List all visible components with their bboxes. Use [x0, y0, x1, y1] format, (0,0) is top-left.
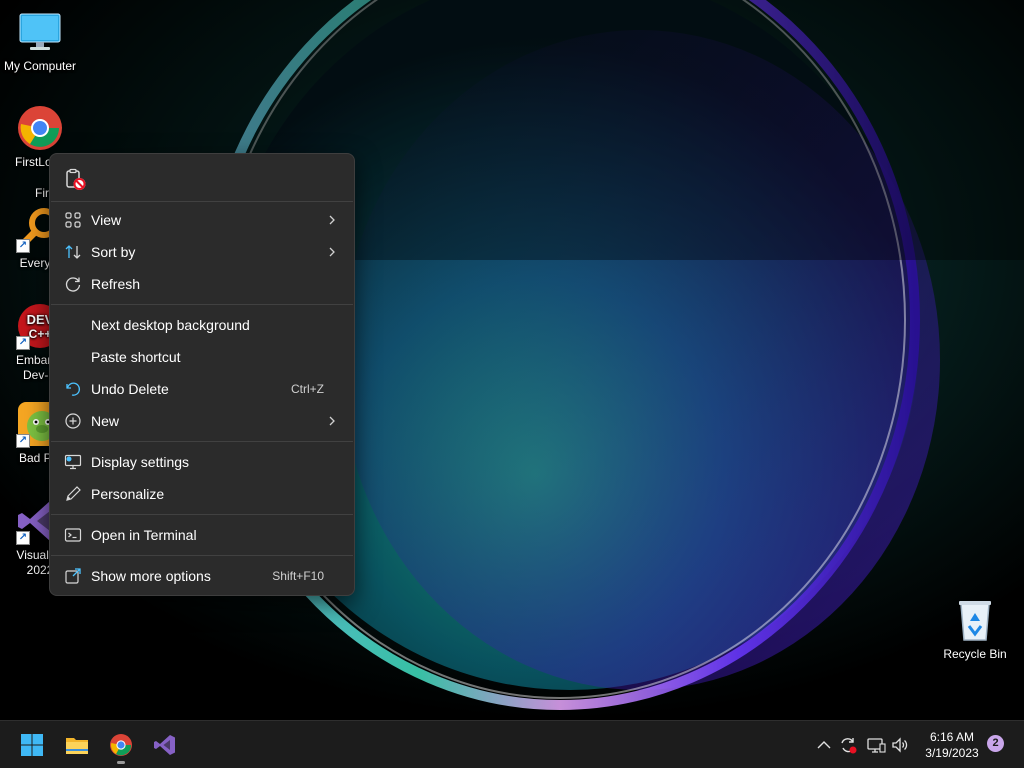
running-indicator	[117, 761, 125, 764]
taskbar: 6:16 AM 3/19/2023	[0, 720, 1024, 768]
menu-item-refresh[interactable]: Refresh	[55, 269, 349, 299]
paste-disabled-icon	[66, 168, 86, 190]
menu-item-label: New	[91, 413, 120, 429]
taskbar-visual-studio[interactable]	[147, 727, 183, 763]
menu-item-label: Undo Delete	[91, 381, 169, 397]
menu-item-label: Next desktop background	[91, 317, 250, 333]
start-icon	[21, 734, 43, 756]
file-explorer-icon	[66, 738, 88, 754]
menu-separator	[51, 304, 353, 305]
menu-item-display-settings[interactable]: Display settings	[55, 447, 349, 477]
clock-time: 6:16 AM	[929, 730, 975, 744]
menu-item-label: Display settings	[91, 454, 190, 470]
chevron-right-icon	[329, 416, 335, 426]
pen-icon	[66, 486, 81, 501]
clock-date: 3/19/2023	[925, 746, 979, 760]
menu-item-shortcut: Shift+F10	[272, 569, 324, 583]
desktop-context-menu: View Sort by Refresh Next desktop backgr…	[49, 153, 355, 596]
menu-item-shortcut: Ctrl+Z	[291, 382, 324, 396]
menu-item-label: Show more options	[91, 568, 211, 584]
menu-item-paste-shortcut[interactable]: Paste shortcut	[55, 342, 349, 372]
chrome-icon	[16, 104, 64, 152]
more-options-icon	[65, 568, 81, 584]
shortcut-arrow-icon: ↗	[16, 336, 30, 350]
terminal-icon	[64, 528, 82, 542]
network-icon[interactable]	[866, 735, 886, 755]
system-clock[interactable]: 6:16 AM 3/19/2023	[916, 729, 988, 761]
desktop-icon-label: Fir	[35, 186, 49, 200]
volume-icon[interactable]	[890, 735, 910, 755]
new-plus-icon	[65, 413, 81, 429]
desktop-icon-fir[interactable]: Fir	[14, 186, 54, 201]
shortcut-arrow-icon: ↗	[16, 434, 30, 448]
menu-separator	[51, 441, 353, 442]
view-grid-icon	[65, 212, 81, 228]
refresh-icon	[65, 277, 81, 292]
menu-item-label: View	[91, 212, 122, 228]
menu-item-next-desktop-background[interactable]: Next desktop background	[55, 310, 349, 340]
menu-item-new[interactable]: New	[55, 406, 349, 436]
visual-studio-icon	[154, 735, 175, 755]
menu-item-label: Personalize	[91, 486, 165, 502]
shortcut-arrow-icon: ↗	[16, 531, 30, 545]
chrome-icon	[110, 734, 132, 756]
sort-icon	[65, 245, 81, 259]
taskbar-file-explorer[interactable]	[59, 727, 95, 763]
chevron-right-icon	[329, 215, 335, 225]
menu-item-label: Paste shortcut	[91, 349, 181, 365]
menu-item-label: Refresh	[91, 276, 141, 292]
menu-item-sort-by[interactable]: Sort by	[55, 237, 349, 267]
paste-disabled-button[interactable]	[64, 168, 88, 192]
menu-item-personalize[interactable]: Personalize	[55, 479, 349, 509]
menu-item-label: Sort by	[91, 244, 136, 260]
menu-separator	[51, 514, 353, 515]
display-settings-icon	[64, 454, 82, 470]
chevron-up-icon[interactable]	[814, 735, 834, 755]
undo-icon	[66, 382, 81, 396]
menu-separator	[51, 201, 353, 202]
desktop-icon-label: My Computer	[3, 59, 77, 73]
menu-item-label: Open in Terminal	[91, 527, 197, 543]
recycle-bin-icon	[951, 596, 999, 644]
menu-item-undo-delete[interactable]: Undo Delete Ctrl+Z	[55, 374, 349, 404]
shortcut-arrow-icon: ↗	[16, 239, 30, 253]
chevron-right-icon	[329, 247, 335, 257]
menu-separator	[51, 555, 353, 556]
menu-item-show-more-options[interactable]: Show more options Shift+F10	[55, 561, 349, 591]
desktop-icon-recycle-bin[interactable]: Recycle Bin	[935, 596, 1015, 662]
svg-text:C++: C++	[29, 327, 52, 341]
sync-icon[interactable]	[838, 735, 858, 755]
start-button[interactable]	[14, 727, 50, 763]
taskbar-chrome[interactable]	[103, 727, 139, 764]
notification-badge[interactable]: 2	[987, 735, 1004, 752]
desktop-icon-label: Recycle Bin	[943, 647, 1007, 661]
desktop-icon-my-computer[interactable]: My Computer	[0, 8, 80, 74]
menu-item-open-in-terminal[interactable]: Open in Terminal	[55, 520, 349, 550]
monitor-icon	[16, 8, 64, 56]
menu-item-view[interactable]: View	[55, 205, 349, 235]
